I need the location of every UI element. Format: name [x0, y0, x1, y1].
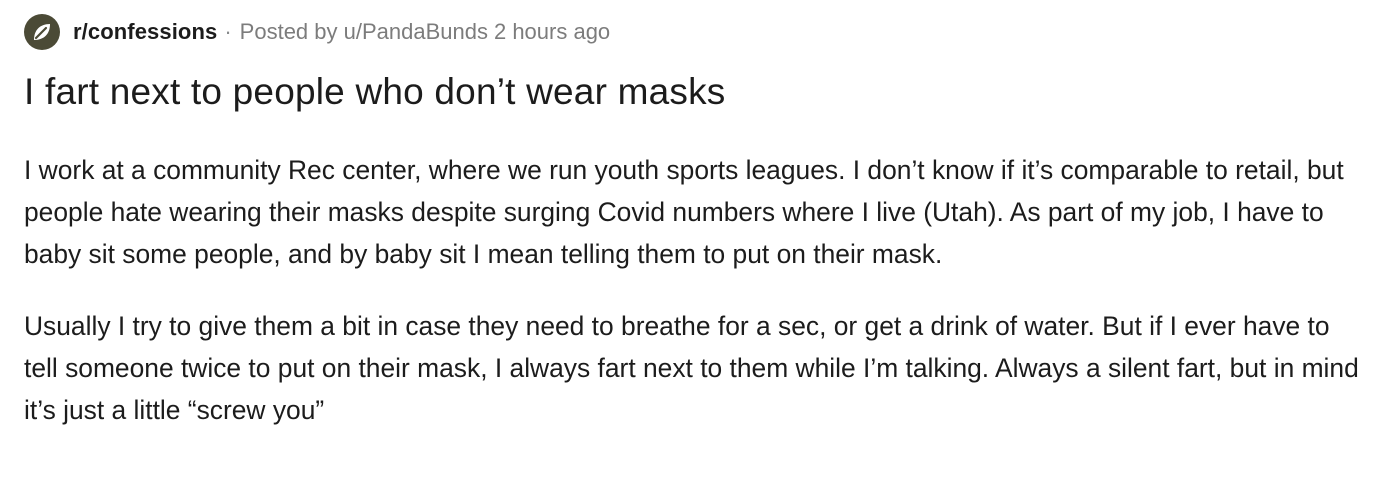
post-meta: r/confessions · Posted by u/PandaBunds 2… [24, 14, 1364, 50]
post-paragraph: Usually I try to give them a bit in case… [24, 311, 1359, 425]
post-timestamp[interactable]: 2 hours ago [494, 19, 610, 45]
meta-separator: · [224, 19, 232, 44]
post-body: I work at a community Rec center, where … [24, 149, 1364, 431]
leaf-icon [34, 24, 50, 40]
post-card: r/confessions · Posted by u/PandaBunds 2… [24, 14, 1364, 431]
subreddit-avatar[interactable] [24, 14, 60, 50]
posted-by-user[interactable]: Posted by u/PandaBunds [240, 19, 488, 45]
post-paragraph: I work at a community Rec center, where … [24, 155, 1344, 269]
subreddit-link[interactable]: r/confessions [73, 19, 217, 45]
post-title[interactable]: I fart next to people who don’t wear mas… [24, 70, 1364, 114]
